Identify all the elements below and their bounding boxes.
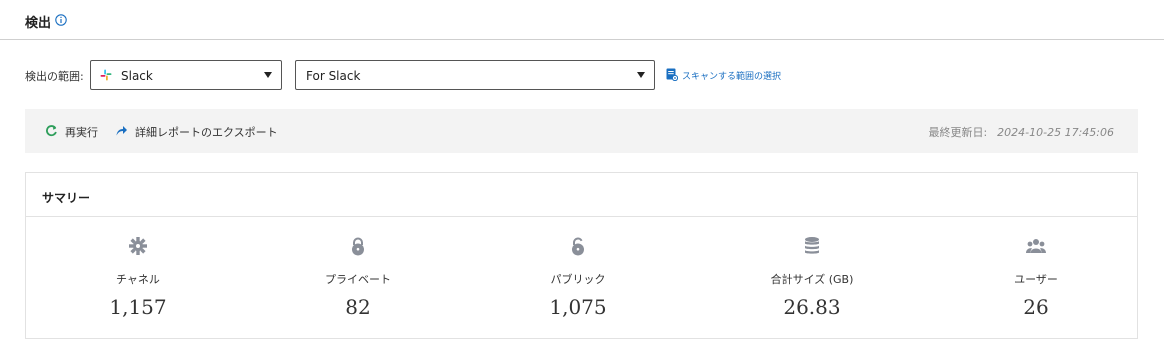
lock-open-icon [572,237,584,256]
last-updated-label: 最終更新日: [928,126,988,139]
rerun-button[interactable]: 再実行 [45,124,125,139]
rerun-label: 再実行 [65,126,98,139]
lock-closed-icon [352,237,364,256]
stat-label: プライベート [325,273,391,286]
last-updated: 最終更新日: 2024-10-25 17:45:06 [928,124,1114,140]
stat-label: ユーザー [1014,273,1058,286]
chevron-down-icon [637,72,645,78]
stat-value: 26 [1023,295,1049,319]
stat-value: 26.83 [783,295,841,319]
summary-title: サマリー [42,191,91,205]
summary-header: サマリー [26,173,1137,217]
export-report-button[interactable]: 詳細レポートのエクスポート [115,124,285,139]
hashtag-icon [129,237,147,255]
document-settings-icon [666,68,678,81]
stat-label: チャネル [116,273,160,286]
stat-total-size: 合計サイズ (GB) 26.83 [722,235,902,325]
scope-label: 検出の範囲: [25,70,84,83]
page-title: 検出 [25,16,52,31]
stat-public: パブリック 1,075 [488,235,668,325]
stat-label: パブリック [550,273,606,286]
stat-label: 合計サイズ (GB) [770,273,854,286]
source-select[interactable]: Slack [90,60,282,90]
stat-value: 82 [345,295,371,319]
share-arrow-icon [116,126,127,136]
summary-panel: サマリー チャネル 1,157 プライベート 82 パブリック 1,075 合計… [25,172,1138,339]
slack-icon [100,69,112,81]
users-icon [1026,239,1046,253]
scan-scope-link-label: スキャンする範囲の選択 [682,72,782,82]
stat-value: 1,157 [109,295,167,319]
action-toolbar: 再実行 詳細レポートのエクスポート 最終更新日: 2024-10-25 17:45… [25,109,1138,153]
last-updated-timestamp: 2024-10-25 17:45:06 [997,126,1114,139]
source-select-value: Slack [121,69,153,83]
target-select[interactable]: For Slack [295,60,655,90]
info-icon[interactable] [55,14,67,26]
target-select-value: For Slack [306,69,361,83]
stat-value: 1,075 [549,295,607,319]
database-icon [805,237,819,254]
stat-users: ユーザー 26 [946,235,1126,325]
refresh-icon [46,125,57,137]
page-header: 検出 [0,0,1164,40]
stat-channels: チャネル 1,157 [48,235,228,325]
export-report-label: 詳細レポートのエクスポート [135,126,278,139]
stat-private: プライベート 82 [268,235,448,325]
chevron-down-icon [264,72,272,78]
